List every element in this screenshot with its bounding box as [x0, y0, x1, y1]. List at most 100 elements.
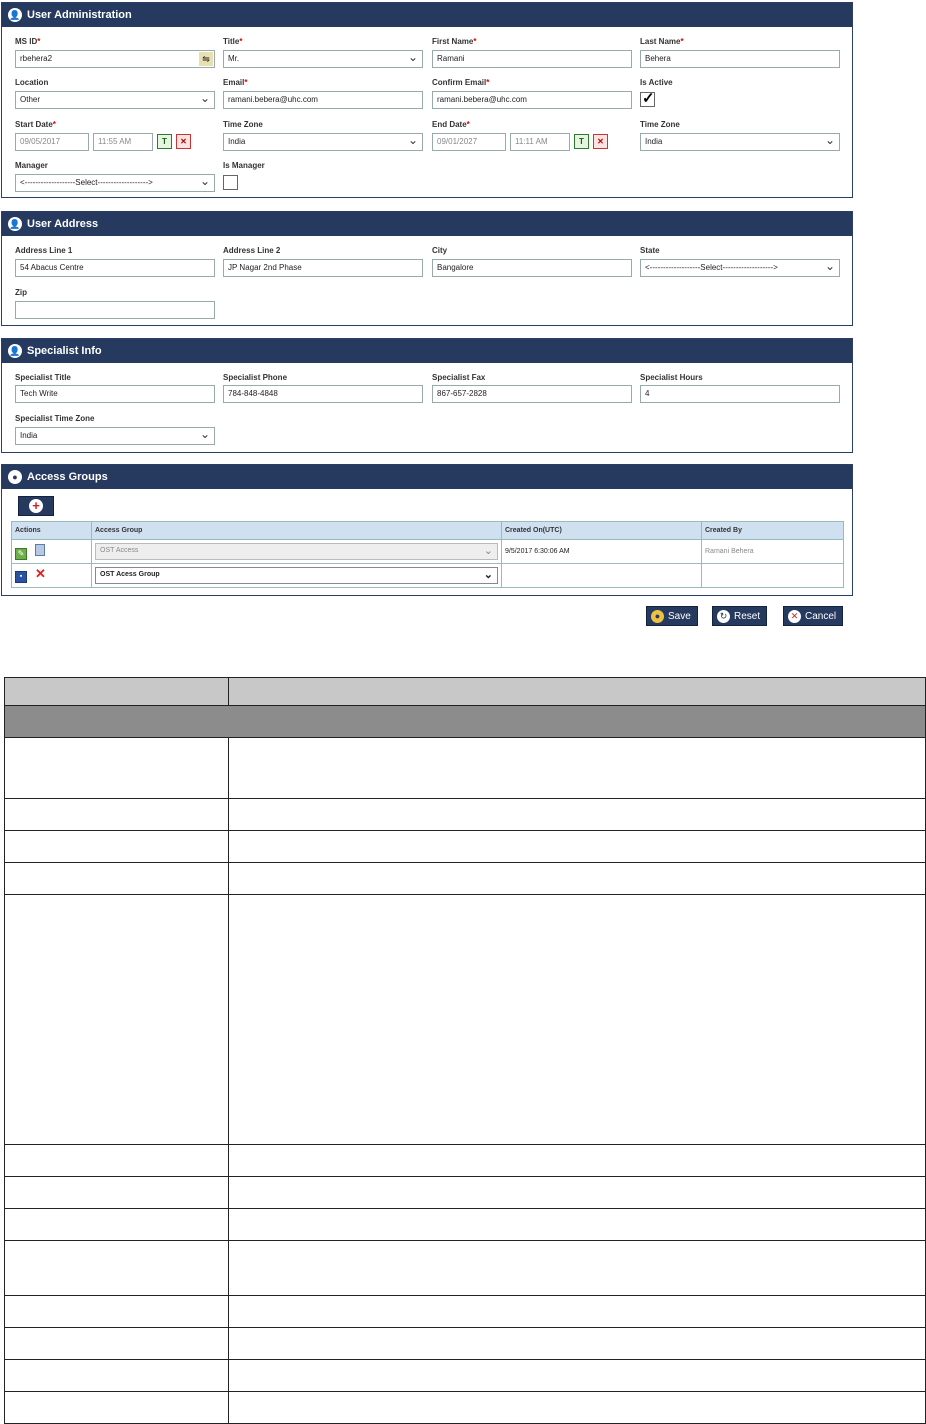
doc-table-row	[4, 1391, 926, 1424]
specialist-time-zone-label: Specialist Time Zone	[15, 414, 95, 423]
created-on-cell: 9/5/2017 6:30:06 AM	[501, 539, 702, 564]
location-label: Location	[15, 78, 49, 87]
specialist-fax-input[interactable]: 867-657-2828	[432, 385, 632, 403]
address-line-2-input[interactable]: JP Nagar 2nd Phase	[223, 259, 423, 277]
first-name-input[interactable]: Ramani	[432, 50, 632, 68]
is-active-label: Is Active	[640, 78, 673, 87]
title-label: Title*	[223, 37, 243, 46]
doc-table-section-cell	[4, 705, 926, 738]
last-name-label: Last Name*	[640, 37, 684, 46]
user-administration-title: User Administration	[27, 9, 132, 21]
title-select[interactable]: Mr.	[223, 50, 423, 68]
save-button[interactable]: ● Save	[646, 606, 698, 626]
specialist-title-input[interactable]: Tech Write	[15, 385, 215, 403]
email-label: Email*	[223, 78, 248, 87]
edit-icon[interactable]: ✎	[15, 547, 27, 560]
start-date-input[interactable]: 09/05/2017	[15, 133, 89, 151]
delete-icon[interactable]: ✕	[35, 567, 46, 580]
address-line-1-label: Address Line 1	[15, 246, 73, 255]
doc-table-row	[4, 798, 926, 831]
specialist-time-zone-select[interactable]: India	[15, 427, 215, 445]
time-zone-2-select[interactable]: India	[640, 133, 840, 151]
add-access-group-button[interactable]: +	[18, 496, 54, 516]
doc-table-row	[4, 1176, 926, 1209]
doc-table-row	[4, 1240, 926, 1296]
doc-table-cell	[4, 1327, 229, 1360]
doc-table-row	[4, 1295, 926, 1328]
save-row-icon[interactable]: ▪	[15, 570, 27, 583]
doc-table-row	[4, 1327, 926, 1360]
doc-table-cell	[4, 894, 229, 1145]
cancel-icon: ✕	[788, 609, 801, 623]
doc-table-cell	[228, 830, 926, 863]
doc-table-header-cell	[4, 677, 229, 706]
specialist-hours-label: Specialist Hours	[640, 373, 703, 382]
start-date-label: Start Date*	[15, 120, 56, 129]
is-active-checkbox[interactable]: ✓	[640, 90, 655, 107]
specialist-phone-input[interactable]: 784-848-4848	[223, 385, 423, 403]
lookup-icon[interactable]: ⇋	[199, 52, 213, 66]
first-name-label: First Name*	[432, 37, 477, 46]
msid-input[interactable]: rbehera2	[15, 50, 215, 68]
manager-select[interactable]: <-------------------Select--------------…	[15, 174, 215, 192]
plus-circle-icon: +	[29, 499, 43, 513]
doc-table-cell	[4, 862, 229, 895]
zip-input[interactable]	[15, 301, 215, 319]
access-groups-panel: ● Access Groups + Actions Access Group C…	[1, 464, 853, 596]
end-date-input[interactable]: 09/01/2027	[432, 133, 506, 151]
end-time-input[interactable]: 11:11 AM	[510, 133, 570, 151]
access-group-select[interactable]: OST Acess Group ⌄	[95, 567, 498, 584]
doc-table-cell	[228, 1391, 926, 1424]
doc-table-cell	[4, 1144, 229, 1177]
msid-label: MS ID*	[15, 37, 41, 46]
calendar-icon[interactable]: T	[157, 134, 172, 149]
doc-table-cell	[4, 1208, 229, 1241]
doc-table-cell	[228, 894, 926, 1145]
doc-table-header-row	[4, 677, 926, 706]
specialist-hours-input[interactable]: 4	[640, 385, 840, 403]
user-icon: 👤	[8, 344, 22, 358]
clear-date-icon[interactable]: ✕	[176, 134, 191, 149]
location-select[interactable]: Other	[15, 91, 215, 109]
user-icon: 👤	[8, 217, 22, 231]
column-header-actions: Actions	[11, 521, 92, 540]
group-icon: ●	[8, 470, 22, 484]
city-input[interactable]: Bangalore	[432, 259, 632, 277]
is-manager-checkbox[interactable]	[223, 175, 238, 190]
doc-table-row	[4, 830, 926, 863]
doc-table-header-cell	[228, 677, 926, 706]
state-select[interactable]: <-------------------Select--------------…	[640, 259, 840, 277]
reset-button[interactable]: ↻ Reset	[712, 606, 768, 626]
user-address-header: 👤 User Address	[2, 212, 852, 236]
clear-date-icon[interactable]: ✕	[593, 134, 608, 149]
confirm-email-input[interactable]: ramani.bebera@uhc.com	[432, 91, 632, 109]
time-zone-select[interactable]: India	[223, 133, 423, 151]
calendar-icon[interactable]: T	[574, 134, 589, 149]
start-time-input[interactable]: 11:55 AM	[93, 133, 153, 151]
doc-table-cell	[4, 737, 229, 799]
specialist-info-panel: 👤 Specialist Info Specialist Title Tech …	[1, 338, 853, 453]
doc-table-cell	[4, 1391, 229, 1424]
address-line-2-label: Address Line 2	[223, 246, 281, 255]
field-description-table	[4, 677, 926, 1424]
doc-table-cell	[228, 798, 926, 831]
time-zone-label: Time Zone	[223, 120, 263, 129]
cancel-button[interactable]: ✕ Cancel	[783, 606, 844, 626]
access-group-select-disabled: OST Access ⌄	[95, 543, 498, 560]
zip-label: Zip	[15, 288, 27, 297]
doc-table-cell	[4, 1295, 229, 1328]
access-group-cell: OST Acess Group ⌄	[91, 563, 502, 588]
created-by-cell: Ramani Behera	[701, 539, 844, 564]
email-input[interactable]: ramani.bebera@uhc.com	[223, 91, 423, 109]
last-name-input[interactable]: Behera	[640, 50, 840, 68]
doc-table-section-row	[4, 705, 926, 738]
doc-table-cell	[4, 830, 229, 863]
doc-table-cell	[228, 1327, 926, 1360]
doc-table-row	[4, 1144, 926, 1177]
doc-table-cell	[228, 1359, 926, 1392]
doc-table-cell	[4, 798, 229, 831]
copy-icon[interactable]	[34, 543, 45, 556]
access-groups-title: Access Groups	[27, 471, 108, 483]
address-line-1-input[interactable]: 54 Abacus Centre	[15, 259, 215, 277]
doc-table-row	[4, 737, 926, 799]
